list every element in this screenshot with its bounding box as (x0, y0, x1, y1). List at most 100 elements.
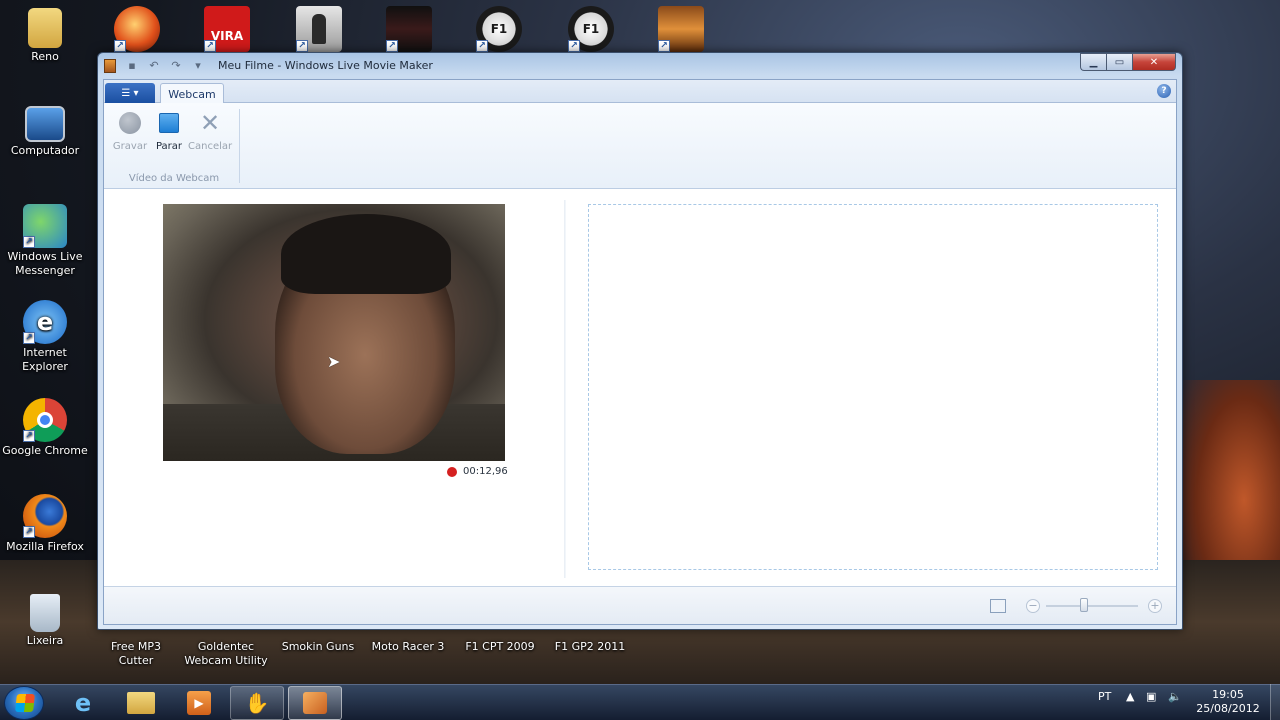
desktop-icon-google-chrome[interactable]: ↗ Google Chrome (1, 398, 89, 458)
network-icon[interactable]: ▣ (1146, 690, 1156, 703)
desktop-shortcut-f1-b[interactable]: F1 ↗ (568, 6, 614, 52)
computer-icon (25, 106, 65, 142)
window-title: Meu Filme - Windows Live Movie Maker (218, 59, 433, 72)
show-desktop-button[interactable] (1270, 684, 1280, 720)
webcam-video-preview[interactable]: ➤ (163, 204, 505, 461)
desktop-shortcut-game-ball[interactable]: ↗ (114, 6, 160, 52)
desktop-icon-label: Google Chrome (2, 444, 88, 457)
menu-list-icon: ☰ ▾ (121, 87, 139, 99)
taskbar-media-player-button[interactable]: ▶ (172, 686, 226, 720)
close-button[interactable]: ✕ (1132, 53, 1176, 71)
recording-timer: 00:12,96 (447, 466, 508, 477)
clock-time: 19:05 (1212, 688, 1244, 701)
ea-f1-icon: F1 (582, 22, 600, 36)
volume-icon[interactable]: 🔈 (1168, 690, 1182, 703)
ie-icon: e (74, 689, 92, 717)
timer-value: 00:12,96 (463, 466, 508, 477)
stop-icon (159, 113, 179, 133)
desktop-icon-label: Moto Racer 3 (371, 640, 445, 653)
zoom-in-button[interactable]: + (1148, 599, 1162, 613)
qat-dropdown-icon[interactable]: ▾ (190, 59, 206, 72)
media-player-icon: ▶ (187, 691, 211, 715)
shortcut-arrow-icon: ↗ (23, 236, 35, 248)
help-icon[interactable]: ? (1157, 84, 1171, 98)
cancel-button[interactable]: ✕ Cancelar (188, 111, 232, 152)
desktop-icon-label: Reno (31, 50, 59, 63)
redo-icon[interactable]: ↷ (168, 59, 184, 72)
storyboard-drop-area[interactable] (588, 204, 1158, 570)
desktop-icon-free-mp3-cutter[interactable]: Free MP3 Cutter (92, 640, 180, 668)
mouse-cursor-icon: ➤ (327, 352, 341, 371)
desktop-icon-smokin-guns[interactable]: Smokin Guns (274, 640, 362, 654)
desktop-icon-label: Computador (10, 144, 80, 157)
app-menu-button[interactable]: ☰ ▾ (105, 83, 155, 103)
taskbar-webcam-utility-button[interactable]: ✋ (230, 686, 284, 720)
desktop-icon-label: Goldentec Webcam Utility (184, 640, 268, 667)
shortcut-arrow-icon: ↗ (204, 40, 216, 52)
desktop-icon-reno[interactable]: Reno (1, 8, 89, 64)
folder-icon (127, 692, 155, 714)
pane-divider[interactable] (564, 200, 566, 578)
shortcut-arrow-icon: ↗ (296, 40, 308, 52)
window-client-area: ☰ ▾ Webcam ? Gravar Parar ✕ Cancelar Víd… (103, 79, 1177, 625)
desktop-shortcut-smokin-guns[interactable]: ↗ (658, 6, 704, 52)
desktop-icon-moto-racer[interactable]: Moto Racer 3 (364, 640, 452, 654)
desktop-icon-messenger[interactable]: ↗ Windows Live Messenger (1, 204, 89, 278)
desktop-icon-label: Smokin Guns (281, 640, 355, 653)
zoom-slider-track[interactable] (1046, 605, 1138, 607)
quick-access-toolbar: ▪ ↶ ↷ ▾ (124, 59, 206, 72)
movie-maker-icon (303, 692, 327, 714)
desktop-icon-lixeira[interactable]: Lixeira (1, 594, 89, 648)
taskbar-clock[interactable]: 19:05 25/08/2012 (1190, 688, 1266, 716)
tab-webcam[interactable]: Webcam (160, 83, 224, 104)
desktop-shortcut-avira[interactable]: VIRA ↗ (204, 6, 250, 52)
taskbar-ie-button[interactable]: e (56, 686, 110, 720)
desktop-icon-computador[interactable]: Computador (1, 106, 89, 158)
desktop-shortcut-f1-a[interactable]: F1 ↗ (476, 6, 522, 52)
webcam-hand-icon: ✋ (244, 691, 270, 715)
desktop-icon-f1-gp2[interactable]: F1 GP2 2011 (546, 640, 634, 654)
ie-icon: e ↗ (23, 300, 67, 344)
folder-icon (28, 8, 62, 48)
desktop-shortcut-counter-strike[interactable]: ↗ (296, 6, 342, 52)
app-film-icon[interactable] (104, 59, 116, 73)
title-bar[interactable]: ▪ ↶ ↷ ▾ Meu Filme - Windows Live Movie M… (98, 53, 1182, 79)
cancel-x-icon: ✕ (199, 109, 221, 137)
desktop-icon-label: Lixeira (26, 634, 64, 647)
maximize-button[interactable]: ▭ (1106, 53, 1132, 71)
shortcut-arrow-icon: ↗ (23, 526, 35, 538)
ribbon-group-label: Vídeo da Webcam (128, 173, 220, 184)
start-button[interactable] (4, 686, 44, 720)
stop-button[interactable]: Parar (149, 111, 189, 152)
tray-overflow-icon[interactable]: ▲ (1126, 690, 1134, 703)
ribbon-group-separator (239, 109, 240, 183)
language-indicator[interactable]: PT (1098, 690, 1111, 703)
zoom-out-button[interactable]: − (1026, 599, 1040, 613)
windows-logo-icon (15, 694, 35, 712)
shortcut-arrow-icon: ↗ (476, 40, 488, 52)
desktop-icon-f1-cpt[interactable]: F1 CPT 2009 (456, 640, 544, 654)
ribbon-tab-row: ☰ ▾ Webcam ? (104, 80, 1176, 104)
desktop-shortcut-game-dark[interactable]: ↗ (386, 6, 432, 52)
record-button[interactable]: Gravar (110, 111, 150, 152)
save-icon[interactable]: ▪ (124, 59, 140, 72)
minimize-button[interactable]: ▁ (1080, 53, 1106, 71)
zoom-slider-thumb[interactable] (1080, 598, 1088, 612)
desktop-icon-label: Windows Live Messenger (7, 250, 83, 277)
webcam-preview-pane: ➤ 00:12,96 (104, 190, 564, 586)
shortcut-arrow-icon: ↗ (23, 430, 35, 442)
undo-icon[interactable]: ↶ (146, 59, 162, 72)
taskbar-explorer-button[interactable] (114, 686, 168, 720)
video-hair-region (281, 214, 451, 294)
desktop-icon-label: Mozilla Firefox (6, 540, 84, 553)
desktop-icon-label: Free MP3 Cutter (111, 640, 161, 667)
thumbnail-size-icon[interactable] (990, 599, 1006, 613)
messenger-icon: ↗ (23, 204, 67, 248)
cancel-label: Cancelar (188, 141, 233, 152)
taskbar-movie-maker-button[interactable] (288, 686, 342, 720)
desktop-icon-internet-explorer[interactable]: e ↗ Internet Explorer (1, 300, 89, 374)
desktop-icon-label: Internet Explorer (22, 346, 68, 373)
desktop-icon-mozilla-firefox[interactable]: ↗ Mozilla Firefox (1, 494, 89, 554)
recycle-bin-icon (30, 594, 60, 632)
desktop-icon-goldentec-webcam[interactable]: Goldentec Webcam Utility (182, 640, 270, 668)
